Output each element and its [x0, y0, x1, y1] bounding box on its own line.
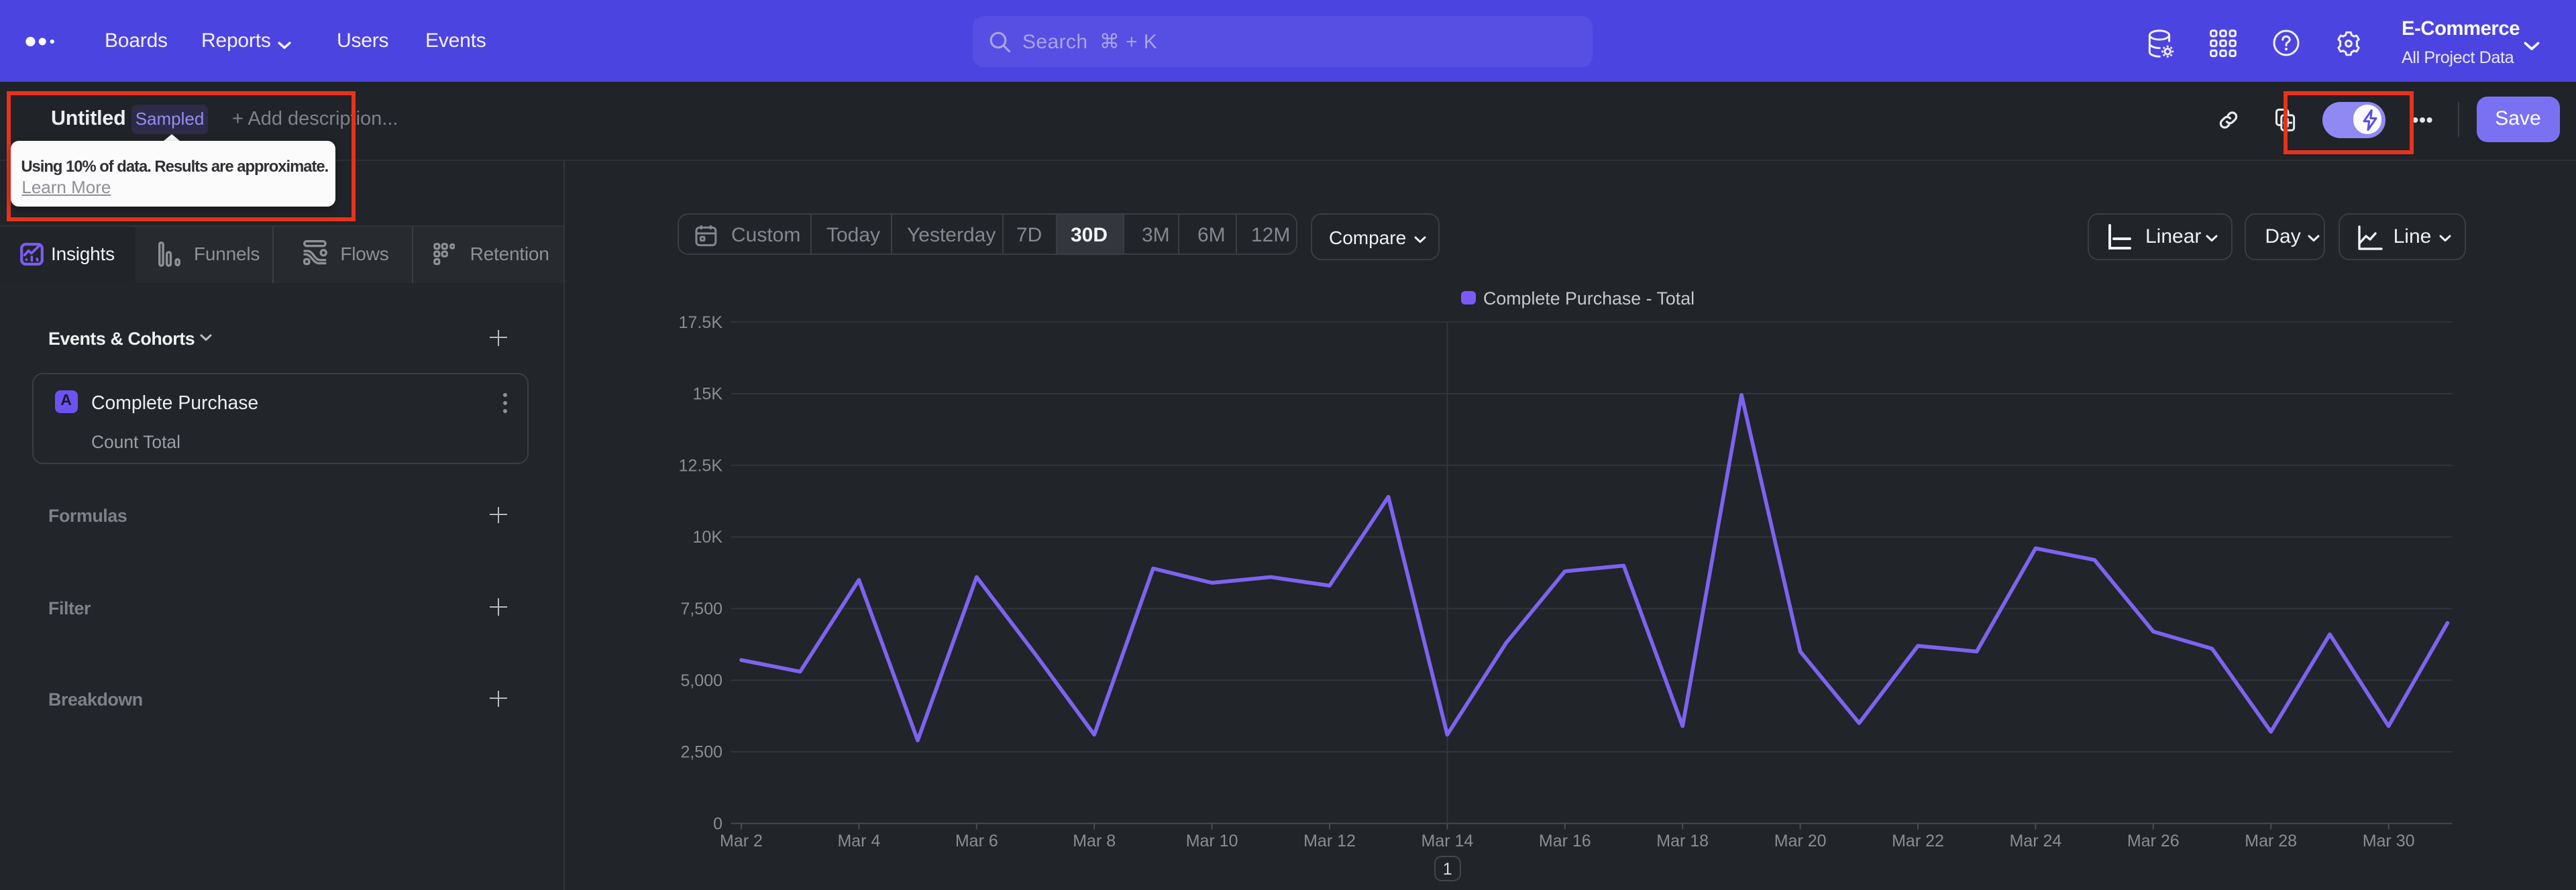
svg-text:12.5K: 12.5K: [679, 456, 723, 475]
svg-text:0: 0: [713, 814, 722, 833]
svg-text:Mar 18: Mar 18: [1656, 832, 1709, 850]
svg-text:Mar 6: Mar 6: [955, 832, 998, 850]
svg-text:Mar 22: Mar 22: [1892, 832, 1944, 850]
svg-text:Mar 26: Mar 26: [2127, 832, 2180, 850]
svg-text:Mar 4: Mar 4: [837, 832, 880, 850]
svg-text:7,500: 7,500: [680, 600, 722, 618]
svg-text:Mar 10: Mar 10: [1186, 832, 1238, 850]
svg-text:10K: 10K: [693, 528, 723, 547]
svg-text:Mar 14: Mar 14: [1421, 832, 1473, 850]
svg-text:Mar 12: Mar 12: [1303, 832, 1356, 850]
svg-text:Mar 8: Mar 8: [1073, 832, 1116, 850]
svg-text:Mar 20: Mar 20: [1774, 832, 1827, 850]
svg-text:Mar 2: Mar 2: [720, 832, 763, 850]
svg-text:Mar 28: Mar 28: [2245, 832, 2297, 850]
svg-text:Mar 30: Mar 30: [2363, 832, 2415, 850]
svg-text:Mar 24: Mar 24: [2009, 832, 2061, 850]
svg-text:5,000: 5,000: [680, 671, 722, 690]
svg-text:17.5K: 17.5K: [679, 313, 723, 332]
svg-text:Mar 16: Mar 16: [1539, 832, 1591, 850]
svg-text:15K: 15K: [693, 385, 723, 404]
svg-text:2,500: 2,500: [680, 743, 722, 762]
